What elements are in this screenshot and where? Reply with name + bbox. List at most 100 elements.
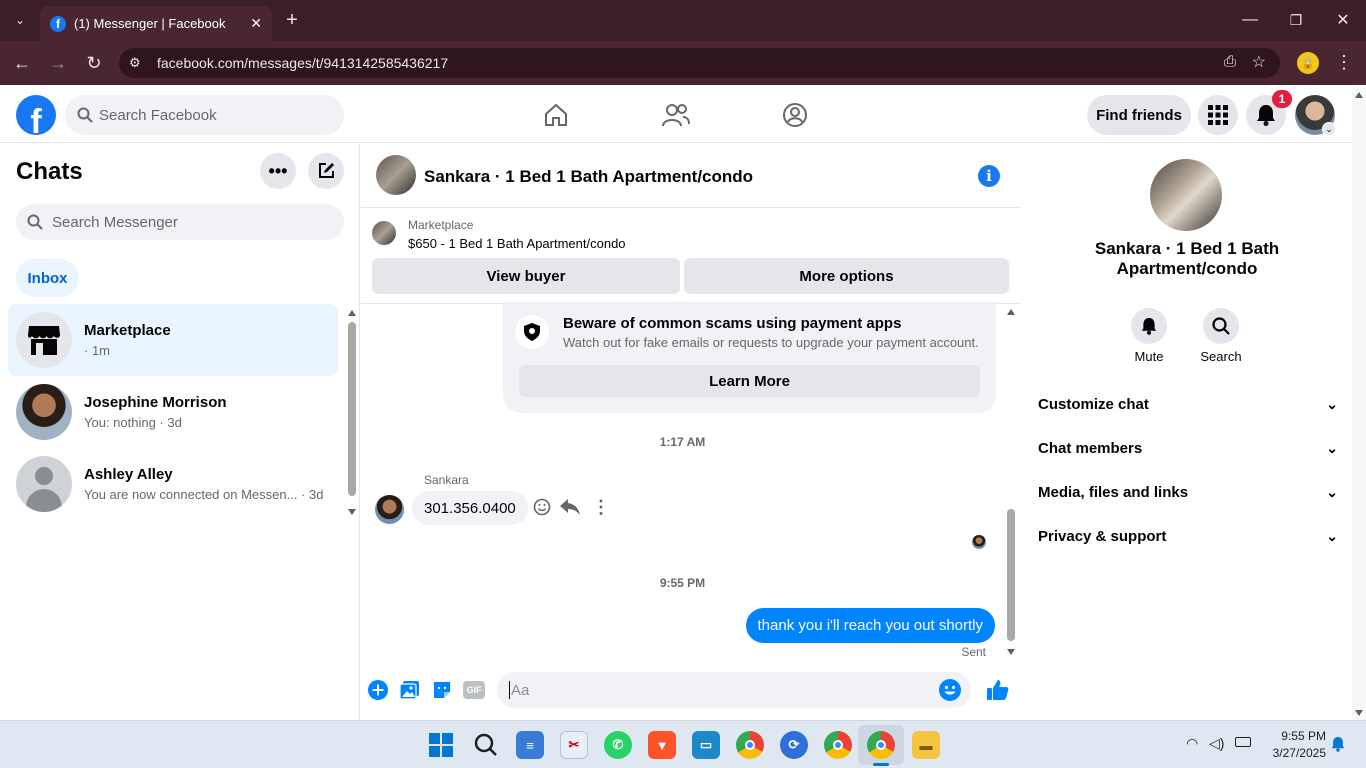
listing-thumbnail-avatar[interactable] bbox=[376, 155, 416, 195]
friends-icon[interactable] bbox=[662, 102, 690, 128]
address-bar[interactable]: ⚙ facebook.com/messages/t/94131425854362… bbox=[119, 48, 1280, 78]
inbox-tab[interactable]: Inbox bbox=[16, 259, 79, 297]
chat-subtitle: You are now connected on Messen... · 3d bbox=[84, 487, 324, 502]
page-scroll-up-icon[interactable] bbox=[1355, 92, 1363, 98]
react-smiley-icon[interactable] bbox=[533, 498, 551, 516]
minimize-icon[interactable]: — bbox=[1236, 6, 1264, 34]
chat-item-marketplace[interactable]: Marketplace · 1m bbox=[8, 304, 338, 376]
text-caret bbox=[509, 681, 510, 699]
new-message-button[interactable] bbox=[308, 153, 344, 189]
chat-item-josephine-morrison[interactable]: Josephine Morrison You: nothing · 3d bbox=[8, 376, 338, 448]
account-chevron-icon[interactable]: ⌄ bbox=[1322, 122, 1336, 136]
search-in-conversation-button[interactable] bbox=[1203, 308, 1239, 344]
extension-lock-icon[interactable]: 🔒 bbox=[1297, 52, 1319, 74]
message-more-icon[interactable]: ⋮ bbox=[592, 497, 610, 518]
forward-icon[interactable]: → bbox=[44, 49, 72, 77]
privacy-support-section[interactable]: Privacy & support ⌄ bbox=[1038, 528, 1338, 545]
messages-scroll-up-icon[interactable] bbox=[1007, 309, 1015, 315]
view-buyer-button[interactable]: View buyer bbox=[372, 258, 680, 294]
listing-photo-avatar[interactable] bbox=[1150, 159, 1222, 231]
reply-icon[interactable] bbox=[560, 499, 580, 515]
clock-date[interactable]: 3/27/2025 bbox=[1262, 746, 1326, 760]
battery-icon[interactable] bbox=[1235, 737, 1251, 747]
facebook-logo[interactable]: f bbox=[16, 95, 56, 135]
section-label: Media, files and links bbox=[1038, 484, 1189, 501]
chat-item-ashley-alley[interactable]: Ashley Alley You are now connected on Me… bbox=[8, 448, 338, 520]
message-input[interactable]: Aa bbox=[497, 672, 971, 708]
whatsapp-icon[interactable]: ✆ bbox=[604, 731, 632, 759]
snipping-tool-icon[interactable]: ✂ bbox=[560, 731, 588, 759]
incoming-message-bubble[interactable]: 301.356.0400 bbox=[412, 491, 528, 525]
sticker-icon[interactable] bbox=[432, 680, 452, 700]
windows-start-icon[interactable] bbox=[429, 733, 453, 757]
chrome-active-icon[interactable] bbox=[867, 731, 895, 759]
chrome-icon[interactable] bbox=[736, 731, 764, 759]
page-scroll-down-icon[interactable] bbox=[1355, 710, 1363, 716]
chats-scroll-down-icon[interactable] bbox=[348, 509, 356, 515]
notification-bell-icon[interactable] bbox=[1331, 736, 1345, 752]
file-explorer-icon[interactable]: ▬ bbox=[912, 731, 940, 759]
close-tab-icon[interactable]: ✕ bbox=[250, 15, 262, 32]
listing-title[interactable]: $650 - 1 Bed 1 Bath Apartment/condo bbox=[408, 236, 626, 251]
volume-icon[interactable]: ◁) bbox=[1209, 735, 1224, 752]
messages-scrollbar-thumb[interactable] bbox=[1007, 509, 1015, 641]
groups-icon[interactable] bbox=[782, 102, 808, 128]
taskbar-search-icon[interactable] bbox=[474, 733, 498, 757]
page-scrollbar[interactable] bbox=[1352, 87, 1366, 720]
browser-menu-icon[interactable]: ⋮ bbox=[1330, 48, 1358, 76]
gif-button[interactable]: GIF bbox=[463, 681, 485, 699]
site-info-icon[interactable]: ⚙ bbox=[129, 55, 141, 71]
conversation-title[interactable]: Sankara · 1 Bed 1 Bath Apartment/condo bbox=[424, 167, 753, 187]
thumbs-up-icon[interactable] bbox=[987, 679, 1009, 701]
search-icon bbox=[27, 214, 43, 230]
restore-icon[interactable]: ❐ bbox=[1282, 6, 1310, 34]
mute-button[interactable] bbox=[1131, 308, 1167, 344]
home-icon[interactable] bbox=[543, 102, 569, 128]
clock-time[interactable]: 9:55 PM bbox=[1262, 729, 1326, 743]
chevron-down-icon: ⌄ bbox=[1326, 440, 1338, 456]
more-options-button[interactable]: More options bbox=[684, 258, 1009, 294]
chrome-profile-icon[interactable] bbox=[824, 731, 852, 759]
add-attachment-icon[interactable] bbox=[368, 680, 388, 700]
close-window-icon[interactable]: ✕ bbox=[1329, 6, 1357, 34]
bell-icon bbox=[1141, 318, 1157, 335]
outgoing-message-bubble[interactable]: thank you i'll reach you out shortly bbox=[745, 608, 995, 643]
reload-icon[interactable]: ↻ bbox=[80, 49, 108, 77]
facebook-search-input[interactable]: Search Facebook bbox=[65, 95, 344, 135]
media-files-links-section[interactable]: Media, files and links ⌄ bbox=[1038, 484, 1338, 501]
brave-browser-icon[interactable]: ▼ bbox=[648, 731, 676, 759]
timestamp-divider: 9:55 PM bbox=[659, 576, 706, 590]
bookmark-star-icon[interactable]: ☆ bbox=[1252, 52, 1266, 72]
messenger-search-input[interactable]: Search Messenger bbox=[16, 204, 344, 240]
conversation-info-icon[interactable]: i bbox=[978, 165, 1000, 187]
chat-options-button[interactable]: ••• bbox=[260, 153, 296, 189]
browser-tab[interactable]: f (1) Messenger | Facebook ✕ bbox=[40, 6, 272, 41]
windows-taskbar: ≡ ✂ ✆ ▼ ▭ ⟳ ▬ ◠ ◁) 9:55 PM 3/27/2025 bbox=[0, 720, 1366, 768]
chat-name: Marketplace bbox=[84, 322, 171, 339]
sender-name: Sankara bbox=[424, 473, 469, 487]
chats-scroll-up-icon[interactable] bbox=[348, 310, 356, 316]
bell-icon bbox=[1257, 105, 1275, 126]
menu-grid-button[interactable] bbox=[1198, 95, 1238, 135]
marketplace-avatar bbox=[16, 312, 72, 368]
emoji-icon[interactable] bbox=[939, 679, 961, 701]
back-icon[interactable]: ← bbox=[8, 49, 36, 77]
search-placeholder: Search Facebook bbox=[99, 106, 217, 124]
facebook-favicon-icon: f bbox=[50, 15, 66, 32]
notes-app-icon[interactable]: ≡ bbox=[516, 731, 544, 759]
desktop-app-icon[interactable]: ▭ bbox=[692, 731, 720, 759]
sender-avatar[interactable] bbox=[375, 495, 404, 524]
customize-chat-section[interactable]: Customize chat ⌄ bbox=[1038, 396, 1338, 413]
learn-more-button[interactable]: Learn More bbox=[519, 365, 980, 397]
install-app-icon[interactable]: ⎙ bbox=[1224, 53, 1236, 70]
wifi-icon[interactable]: ◠ bbox=[1186, 735, 1198, 752]
chats-scrollbar-thumb[interactable] bbox=[348, 322, 356, 496]
chat-members-section[interactable]: Chat members ⌄ bbox=[1038, 440, 1338, 457]
browser-tab-bar: ⌄ f (1) Messenger | Facebook ✕ + — ❐ ✕ bbox=[0, 0, 1366, 41]
find-friends-button[interactable]: Find friends bbox=[1087, 95, 1191, 135]
messages-scroll-down-icon[interactable] bbox=[1007, 649, 1015, 655]
tab-search-chevron-icon[interactable]: ⌄ bbox=[6, 6, 34, 34]
photo-icon[interactable] bbox=[400, 680, 420, 700]
sync-app-icon[interactable]: ⟳ bbox=[780, 731, 808, 759]
new-tab-button[interactable]: + bbox=[278, 6, 306, 34]
